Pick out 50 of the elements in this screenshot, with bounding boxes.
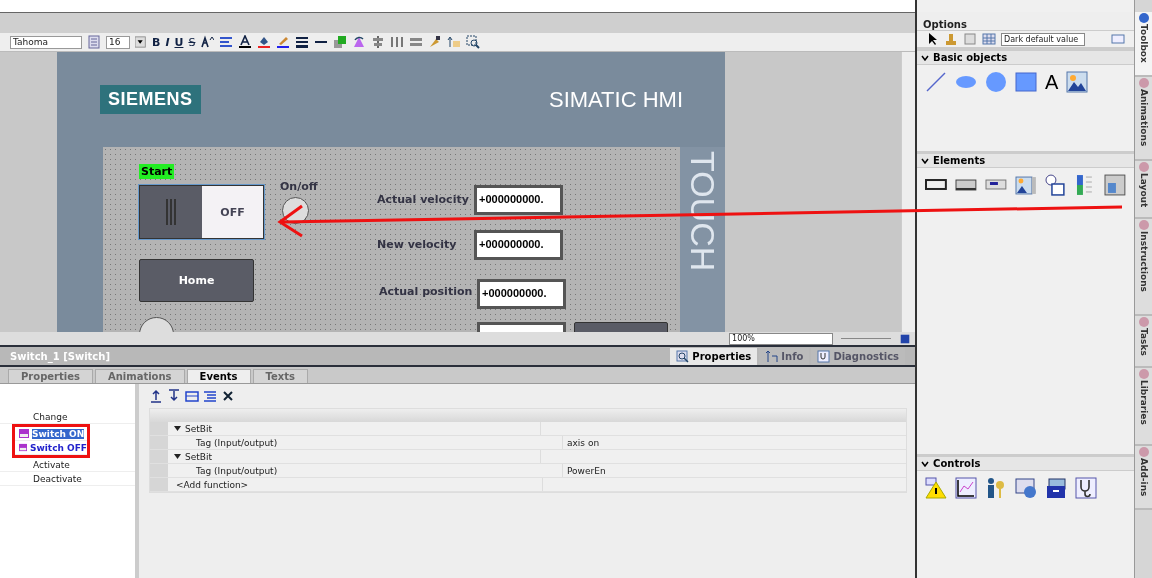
side-tab[interactable]: Tasks <box>1135 316 1152 368</box>
io-field[interactable]: +000000000. <box>474 230 563 260</box>
product-name: SIMATIC HMI <box>548 86 683 113</box>
field-label: New velocity <box>377 238 457 251</box>
format-button[interactable]: S <box>188 35 196 49</box>
parameter-value[interactable]: axis on <box>567 437 600 448</box>
side-tab[interactable]: Add-ins <box>1135 445 1152 511</box>
hmi-button[interactable]: Home <box>139 259 254 302</box>
side-tab[interactable]: Toolbox <box>1135 12 1152 77</box>
style-dropdown[interactable]: Dark default value <box>1001 32 1086 46</box>
io-field[interactable]: +000000000. <box>477 279 566 309</box>
function-name: SetBit <box>185 451 212 462</box>
side-tab[interactable]: Libraries <box>1135 368 1152 446</box>
side-tab[interactable]: Animations <box>1135 76 1152 161</box>
font-size-field[interactable]: 16 <box>106 35 130 49</box>
panel-tab[interactable]: Properties <box>670 348 758 365</box>
tab[interactable]: Animations <box>94 369 185 383</box>
event-item[interactable]: Deactivate <box>33 473 82 484</box>
add-function-link[interactable]: <Add function> <box>176 479 249 490</box>
font-field[interactable]: Tahoma <box>10 35 82 49</box>
tab[interactable]: Texts <box>252 369 308 383</box>
function-name: SetBit <box>185 423 212 434</box>
event-item[interactable]: Switch ON <box>32 428 85 439</box>
parameter-name: Tag (Input/output) <box>196 437 278 448</box>
section-header[interactable]: Controls <box>917 457 1135 471</box>
format-button[interactable]: I <box>165 35 170 49</box>
section-header[interactable]: Elements <box>917 154 1135 168</box>
text-tool[interactable]: A <box>1045 71 1059 93</box>
event-item[interactable]: Switch OFF <box>30 442 87 453</box>
zoom-field[interactable]: 100% <box>729 332 834 345</box>
tag-label: Start <box>139 164 175 179</box>
toggle-switch[interactable]: OFF <box>139 185 264 239</box>
event-item[interactable]: Change <box>33 411 68 422</box>
tab[interactable]: Events <box>186 369 251 383</box>
field-label: Actual position <box>379 285 473 298</box>
parameter-value[interactable]: PowerEn <box>567 465 606 476</box>
side-tab[interactable]: Instructions <box>1135 219 1152 316</box>
field-label: Actual velocity <box>377 193 469 206</box>
field-label: On/off <box>280 180 318 193</box>
brand-logo: SIEMENS <box>100 85 201 114</box>
section-header[interactable]: Basic objects <box>917 51 1135 65</box>
side-tab[interactable]: Layout <box>1135 160 1152 220</box>
io-field[interactable]: +000000000. <box>474 185 563 215</box>
format-button[interactable]: U <box>174 35 184 49</box>
object-title: Switch_1 [Switch] <box>10 350 110 362</box>
format-button[interactable]: B <box>152 35 161 49</box>
parameter-name: Tag (Input/output) <box>196 465 278 476</box>
device-label: TOUCH <box>683 151 722 272</box>
tab[interactable]: Properties <box>8 369 93 383</box>
event-item[interactable]: Activate <box>33 459 70 470</box>
